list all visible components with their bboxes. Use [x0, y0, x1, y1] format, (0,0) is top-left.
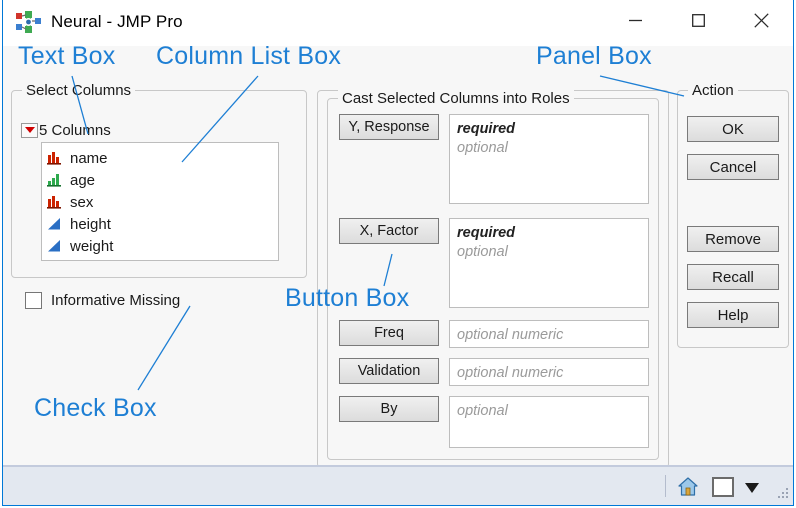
annotation-button-box: Button Box: [285, 284, 409, 313]
annotation-leader-lines: [0, 0, 796, 508]
annotation-check-box: Check Box: [34, 394, 157, 423]
annotation-text-box: Text Box: [18, 42, 115, 71]
screenshot-root: Neural - JMP Pro Select Columns: [0, 0, 796, 508]
annotation-column-list-box: Column List Box: [156, 42, 341, 71]
annotation-panel-box: Panel Box: [536, 42, 652, 71]
